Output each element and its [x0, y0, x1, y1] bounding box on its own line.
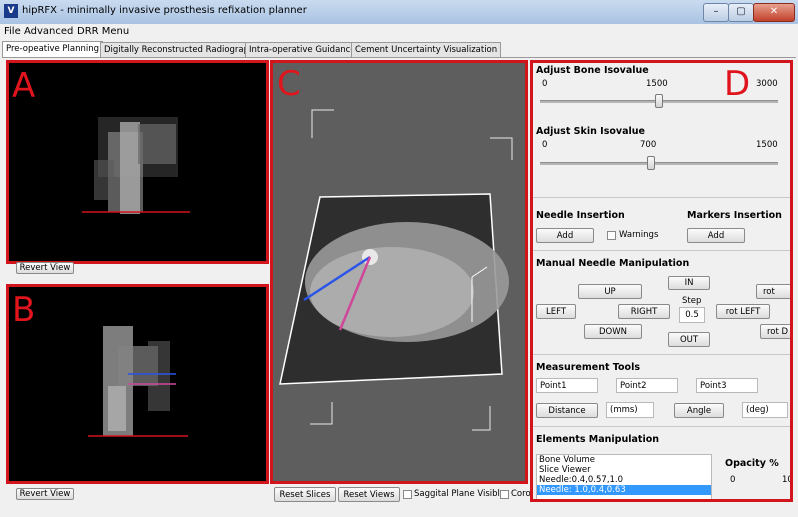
- tab-drr[interactable]: Digitally Reconstructed Radiograph: [100, 42, 259, 57]
- revert-view-top-button[interactable]: Revert View: [16, 262, 74, 274]
- tab-cement-uncertainty[interactable]: Cement Uncertainty Visualization: [351, 42, 502, 57]
- tab-pre-operative-planning[interactable]: Pre-opeative Planning: [2, 41, 104, 58]
- minimize-icon: –: [713, 6, 719, 17]
- window-title: hipRFX - minimally invasive prosthesis r…: [22, 5, 307, 16]
- panel-c-label: C: [277, 64, 301, 104]
- close-button[interactable]: ✕: [753, 3, 795, 22]
- panel-a-frame: [6, 60, 269, 264]
- coronal-plane-label: Coro: [511, 489, 531, 499]
- panel-d-frame: [530, 60, 793, 502]
- reset-views-button[interactable]: Reset Views: [338, 487, 400, 502]
- panel-d-label: D: [724, 64, 751, 104]
- saggital-plane-label: Saggital Plane Visible: [414, 489, 506, 499]
- coronal-plane-checkbox[interactable]: [500, 490, 509, 499]
- reset-slices-button[interactable]: Reset Slices: [274, 487, 336, 502]
- tab-divider: [2, 57, 796, 58]
- minimize-button[interactable]: –: [703, 3, 729, 22]
- menu-drr[interactable]: DRR Menu: [77, 26, 129, 37]
- close-icon: ✕: [769, 6, 779, 17]
- panel-b-label: B: [12, 290, 36, 330]
- menu-file[interactable]: File: [4, 26, 21, 37]
- panel-c-frame: [270, 60, 528, 484]
- menu-advanced[interactable]: Advanced: [24, 26, 73, 37]
- maximize-button[interactable]: ▢: [728, 3, 754, 22]
- app-icon: V: [4, 4, 18, 18]
- panel-b-frame: [6, 284, 269, 484]
- revert-view-bottom-button[interactable]: Revert View: [16, 488, 74, 500]
- panel-a-label: A: [12, 66, 36, 106]
- maximize-icon: ▢: [736, 6, 746, 17]
- saggital-plane-checkbox[interactable]: [403, 490, 412, 499]
- tab-intra-operative-guidance[interactable]: Intra-operative Guidance: [245, 42, 360, 57]
